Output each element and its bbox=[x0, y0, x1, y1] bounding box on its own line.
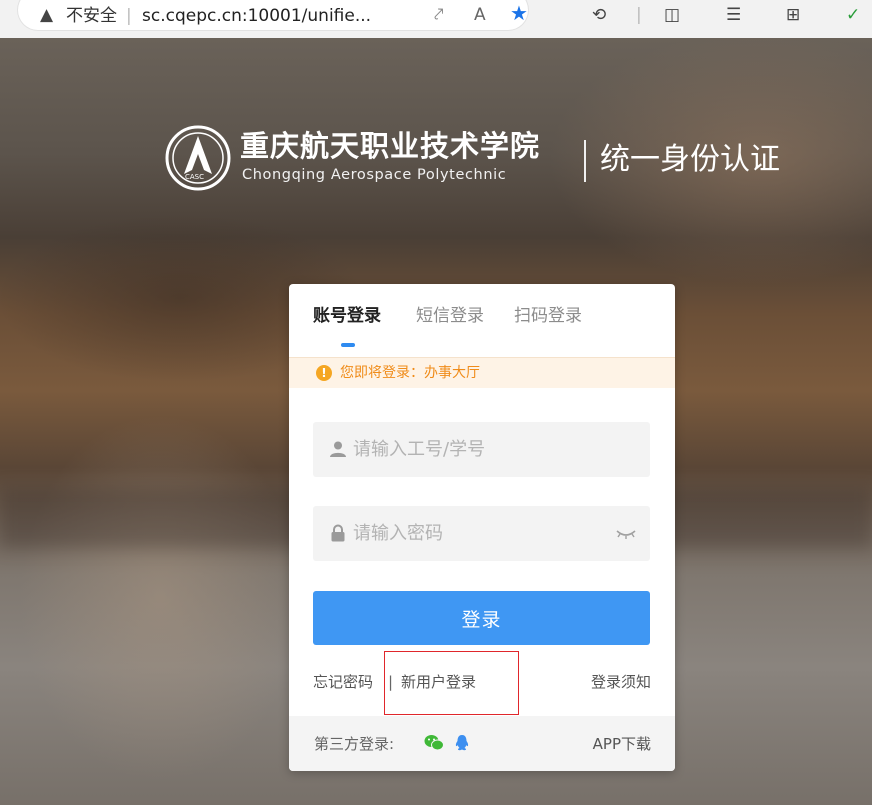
svg-text:CASC: CASC bbox=[185, 173, 204, 181]
tab-sms-login[interactable]: 短信登录 bbox=[416, 304, 484, 328]
address-bar[interactable]: ▲ 不安全 | sc.cqepc.cn:10001/unifie... ⤤ A … bbox=[18, 0, 528, 30]
notice-text: 您即将登录：办事大厅 bbox=[340, 365, 480, 381]
wechat-icon[interactable] bbox=[424, 734, 444, 752]
username-field bbox=[313, 422, 650, 477]
warning-triangle-icon: ▲ bbox=[40, 5, 54, 25]
browser-toolbar: ▲ 不安全 | sc.cqepc.cn:10001/unifie... ⤤ A … bbox=[0, 0, 872, 38]
user-icon bbox=[330, 441, 346, 457]
lock-icon bbox=[331, 524, 345, 542]
username-input[interactable] bbox=[353, 422, 613, 477]
school-header: CASC 重庆航天职业技术学院 Chongqing Aerospace Poly… bbox=[164, 124, 824, 204]
url-text[interactable]: sc.cqepc.cn:10001/unifie... bbox=[142, 6, 371, 26]
active-tab-indicator bbox=[341, 343, 355, 347]
header-divider bbox=[584, 140, 586, 182]
password-input[interactable] bbox=[353, 506, 613, 561]
app-download-link[interactable]: APP下载 bbox=[593, 734, 651, 754]
toolbar-divider: | bbox=[636, 5, 642, 25]
forgot-password-link[interactable]: 忘记密码 bbox=[313, 672, 373, 692]
favorites-icon[interactable]: ☰ bbox=[726, 4, 741, 26]
tab-account-login[interactable]: 账号登录 bbox=[313, 304, 381, 328]
collections-icon[interactable]: ⊞ bbox=[786, 4, 800, 26]
url-divider: | bbox=[126, 6, 132, 26]
share-icon[interactable]: ⤤ bbox=[434, 4, 444, 26]
security-label: 不安全 bbox=[66, 6, 117, 26]
star-icon[interactable]: ★ bbox=[510, 2, 528, 24]
school-name-en: Chongqing Aerospace Polytechnic bbox=[242, 167, 507, 183]
read-aloud-icon[interactable]: A bbox=[474, 4, 486, 26]
login-submit-button[interactable]: 登录 bbox=[313, 591, 650, 645]
login-notice-bar: ! 您即将登录：办事大厅 bbox=[289, 357, 675, 388]
portal-title: 统一身份认证 bbox=[600, 142, 780, 177]
qq-icon[interactable] bbox=[452, 734, 472, 752]
warning-icon: ! bbox=[316, 365, 332, 381]
school-name-cn: 重庆航天职业技术学院 bbox=[240, 129, 541, 163]
highlight-annotation-box bbox=[384, 651, 519, 715]
third-party-label: 第三方登录: bbox=[314, 735, 395, 753]
split-screen-icon[interactable]: ◫ bbox=[664, 4, 680, 26]
eye-closed-icon[interactable] bbox=[616, 528, 636, 540]
extensions-icon[interactable]: ⟲ bbox=[592, 4, 606, 26]
school-logo-icon: CASC bbox=[165, 125, 231, 191]
profile-sync-icon[interactable]: ✓ bbox=[846, 4, 860, 26]
third-party-login-footer: 第三方登录: APP下载 bbox=[289, 716, 675, 771]
login-notice-link[interactable]: 登录须知 bbox=[591, 672, 651, 692]
tab-qr-login[interactable]: 扫码登录 bbox=[514, 304, 582, 328]
login-card: 账号登录 短信登录 扫码登录 ! 您即将登录：办事大厅 登录 忘记密码 | 新用… bbox=[289, 284, 675, 771]
password-field bbox=[313, 506, 650, 561]
